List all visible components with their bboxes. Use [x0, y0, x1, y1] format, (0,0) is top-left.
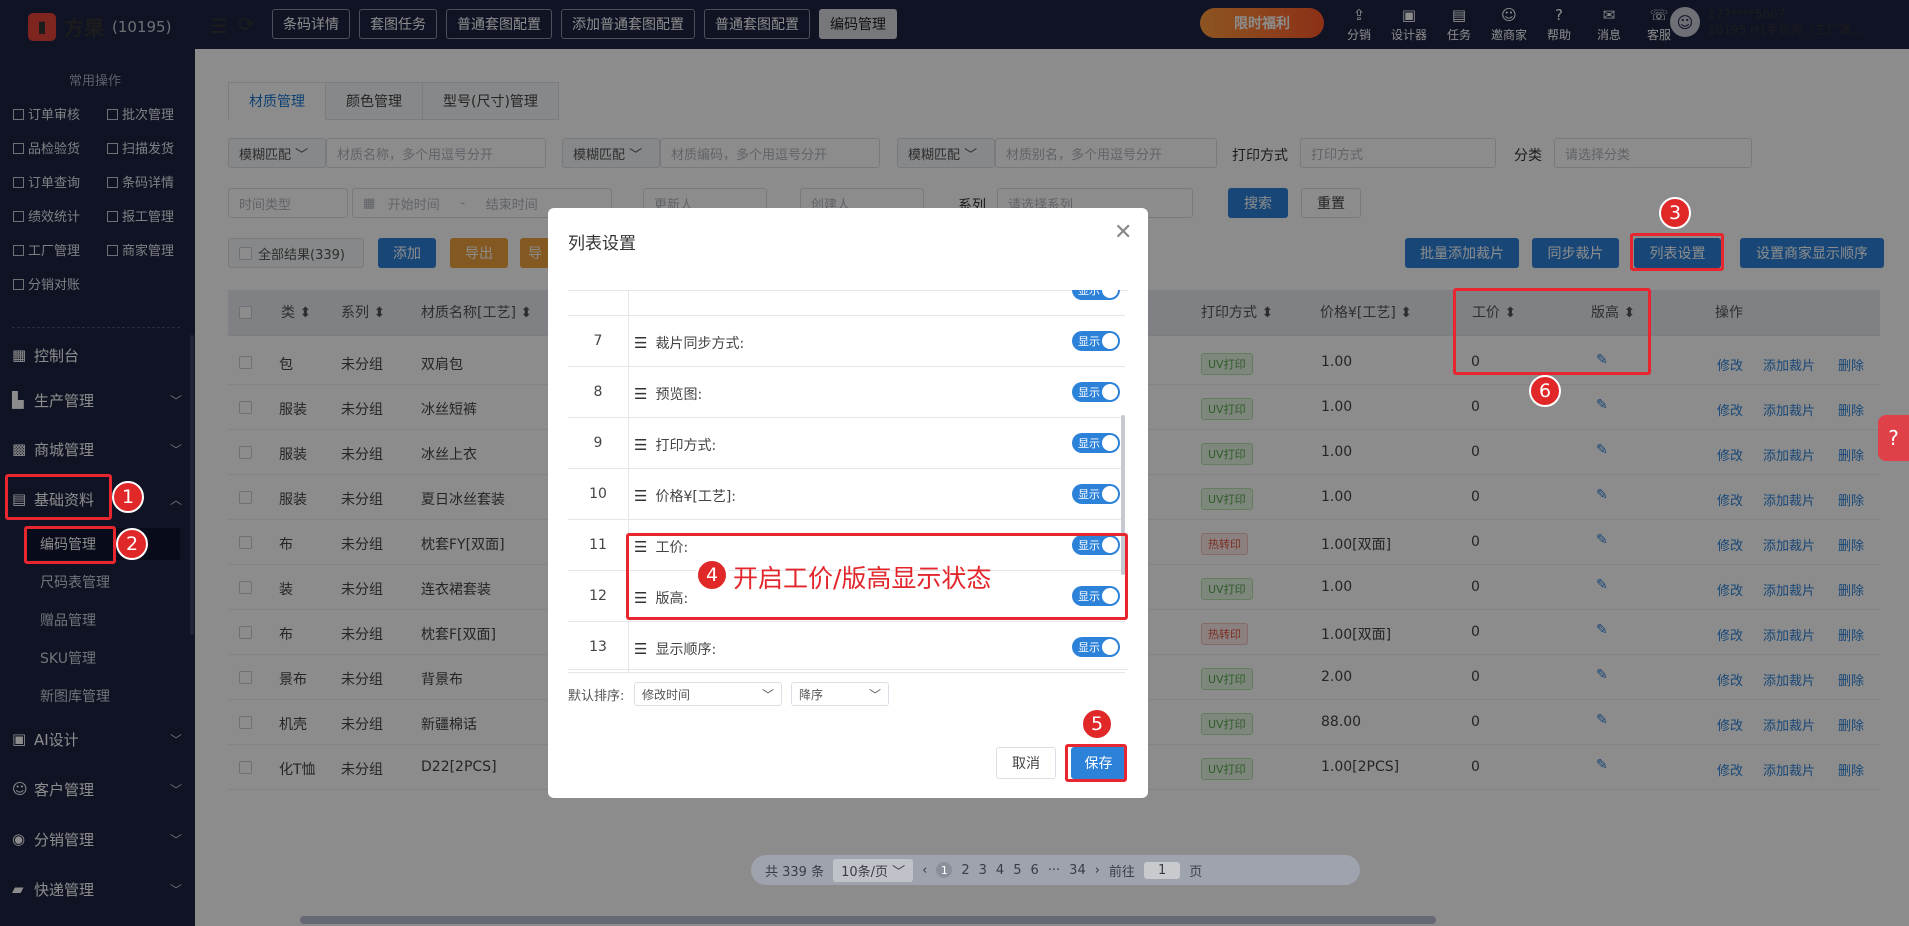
column-label-text: 显示顺序:	[655, 642, 717, 658]
page-size-select[interactable]: 10条/页 ﹀	[833, 858, 914, 882]
sort-direction-select[interactable]: 降序 ﹀	[791, 682, 889, 706]
show-toggle[interactable]: 显示	[1072, 433, 1120, 453]
page-unit: 页	[1189, 864, 1203, 880]
page-jump-input[interactable]: 1	[1143, 861, 1181, 879]
show-toggle[interactable]: 显示	[1072, 637, 1120, 657]
column-index: 12	[589, 588, 607, 604]
annotation-badge-4: 4	[696, 559, 728, 591]
drag-handle-icon[interactable]: ☰	[634, 436, 647, 454]
show-toggle[interactable]: 显示	[1072, 331, 1120, 351]
chevron-down-icon: ﹀	[761, 687, 774, 702]
annotation-box-3	[1630, 233, 1724, 271]
column-label-text: 打印方式:	[655, 438, 717, 454]
pagination: 共 339 条 10条/页 ﹀ ‹ 1 2 3 4 5 6 ··· 34 › 前…	[751, 855, 1360, 885]
toggle-knob	[1102, 486, 1118, 502]
toggle-label: 显示	[1078, 335, 1100, 348]
page-5[interactable]: 5	[1013, 863, 1021, 878]
column-row-divider	[628, 316, 629, 367]
column-row-divider	[628, 367, 629, 418]
goto-label: 前往	[1108, 864, 1135, 880]
toggle-label: 显示	[1078, 641, 1100, 654]
column-row-divider	[628, 469, 629, 520]
total-count: 共 339 条	[765, 864, 825, 880]
prev-page-icon[interactable]: ‹	[922, 863, 927, 878]
page-6[interactable]: 6	[1030, 863, 1038, 878]
toggle-label: 显示	[1078, 386, 1100, 399]
annotation-badge-6: 6	[1529, 375, 1561, 407]
column-label: ☰ 价格¥[工艺]:	[634, 486, 736, 506]
toggle-label: 显示	[1078, 437, 1100, 450]
column-row-divider	[628, 622, 629, 673]
column-label-text: 预览图:	[655, 387, 703, 403]
column-index: 10	[589, 486, 607, 502]
close-icon[interactable]: ✕	[1114, 220, 1132, 245]
column-index: 9	[593, 435, 603, 451]
column-row-divider	[628, 418, 629, 469]
column-index: 11	[589, 537, 607, 553]
annotation-box-1	[5, 474, 112, 520]
column-label: ☰ 裁片同步方式:	[634, 333, 744, 353]
chevron-down-icon: ﹀	[868, 687, 881, 702]
page-34[interactable]: 34	[1069, 863, 1086, 878]
column-label: ☰ 打印方式:	[634, 435, 716, 455]
help-float-button[interactable]: ?	[1878, 415, 1909, 461]
page-1[interactable]: 1	[936, 862, 953, 878]
annotation-badge-1: 1	[112, 481, 144, 513]
column-index: 7	[593, 333, 603, 349]
column-index: 13	[589, 639, 607, 655]
annotation-badge-2: 2	[116, 528, 148, 560]
column-label: ☰ 预览图:	[634, 384, 702, 404]
cancel-button[interactable]: 取消	[996, 747, 1056, 779]
annotation-badge-5: 5	[1081, 708, 1113, 740]
column-row-divider	[628, 290, 629, 316]
sort-field-select[interactable]: 修改时间 ﹀	[634, 682, 782, 706]
drag-handle-icon[interactable]: ☰	[634, 640, 647, 658]
toggle-knob	[1102, 384, 1118, 400]
column-index: 8	[593, 384, 603, 400]
drag-handle-icon[interactable]: ☰	[634, 487, 647, 505]
annotation-note-4: 开启工价/版高显示状态	[733, 564, 992, 593]
column-label-text: 裁片同步方式:	[655, 336, 745, 352]
toggle-label: 显示	[1078, 488, 1100, 501]
page-3[interactable]: 3	[979, 863, 987, 878]
annotation-box-6	[1453, 288, 1651, 375]
page-4[interactable]: 4	[996, 863, 1004, 878]
annotation-box-2	[24, 526, 116, 564]
column-label-text: 价格¥[工艺]:	[655, 489, 737, 505]
show-toggle[interactable]: 显示	[1072, 484, 1120, 504]
annotation-box-5	[1065, 744, 1127, 782]
toggle-knob	[1102, 639, 1118, 655]
annotation-badge-3: 3	[1659, 197, 1691, 229]
show-toggle[interactable]: 显示	[1072, 382, 1120, 402]
page-ellipsis[interactable]: ···	[1048, 863, 1060, 878]
horizontal-scrollbar[interactable]	[300, 916, 1436, 924]
toggle-knob	[1102, 435, 1118, 451]
drag-handle-icon[interactable]: ☰	[634, 334, 647, 352]
default-sort-label: 默认排序:	[568, 689, 625, 704]
next-page-icon[interactable]: ›	[1095, 863, 1100, 878]
page-2[interactable]: 2	[961, 863, 969, 878]
drag-handle-icon[interactable]: ☰	[634, 385, 647, 403]
column-label: ☰ 显示顺序:	[634, 639, 716, 659]
dialog-title: 列表设置	[568, 234, 636, 254]
toggle-knob	[1102, 333, 1118, 349]
